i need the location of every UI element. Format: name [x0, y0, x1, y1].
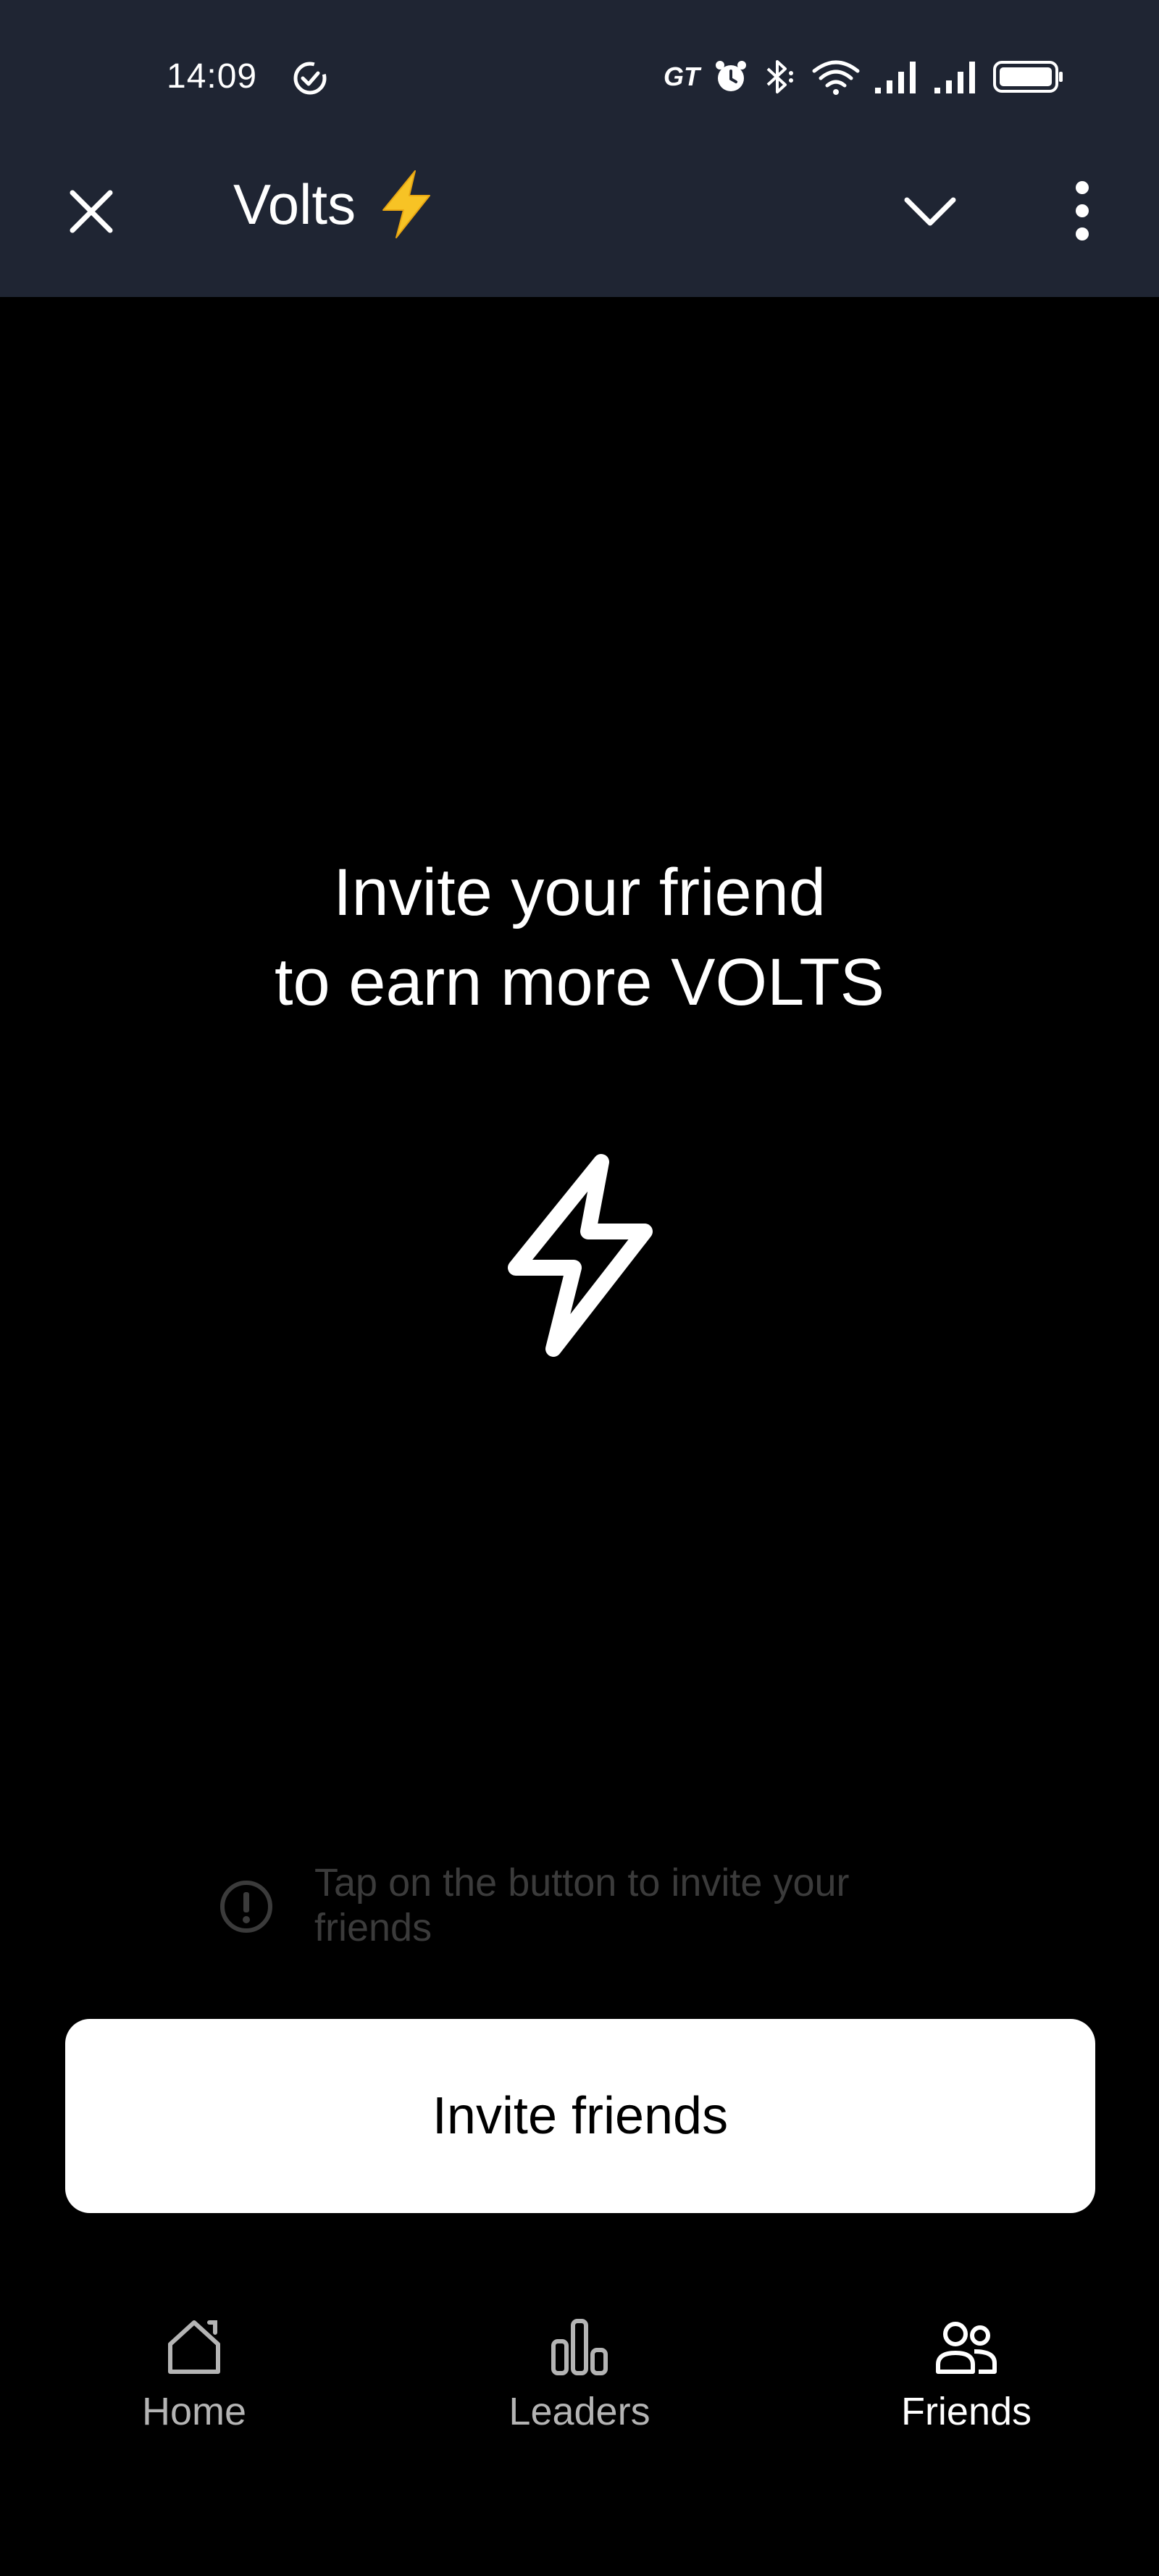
- invite-hint: Tap on the button to invite your friends: [217, 1860, 942, 1950]
- gt-mode-icon: GT: [664, 62, 700, 91]
- app-header: [0, 152, 1159, 297]
- wifi-icon: [812, 60, 860, 95]
- signal-2-icon: [934, 62, 975, 93]
- nav-item-leaders[interactable]: Leaders: [449, 2282, 710, 2470]
- sync-check-icon: [293, 62, 327, 95]
- close-icon: [70, 190, 113, 233]
- more-menu-button[interactable]: [1050, 171, 1114, 251]
- friends-icon: [932, 2312, 1001, 2382]
- status-icons: GT: [664, 57, 1065, 97]
- hint-text: Tap on the button to invite your friends: [314, 1861, 850, 1949]
- page-title-text: Volts: [233, 172, 356, 236]
- page-title: Volts: [233, 168, 435, 241]
- home-icon: [159, 2312, 229, 2382]
- bottom-nav: Home Leaders Friends: [0, 2282, 1159, 2499]
- info-icon: [220, 1881, 272, 1933]
- headline-line-1: Invite your friend: [332, 856, 827, 929]
- lightning-icon: [508, 1154, 653, 1357]
- bar-chart-icon: [545, 2312, 614, 2382]
- bluetooth-icon: [766, 60, 793, 93]
- nav-label-friends: Friends: [900, 2390, 1032, 2433]
- signal-1-icon: [875, 62, 916, 93]
- battery-icon: [993, 61, 1063, 93]
- invite-headline: Invite your friend to earn more VOLTS: [0, 848, 1159, 1027]
- status-time: 14:09: [167, 57, 258, 96]
- more-vertical-icon: [1076, 181, 1089, 241]
- nav-item-home[interactable]: Home: [64, 2282, 325, 2470]
- chevron-down-icon: [904, 197, 956, 226]
- invite-friends-button[interactable]: Invite friends: [65, 2019, 1095, 2213]
- headline-line-2: to earn more VOLTS: [275, 945, 884, 1019]
- nav-label-home: Home: [141, 2390, 247, 2433]
- alarm-icon: [716, 61, 746, 91]
- close-button[interactable]: [59, 180, 123, 243]
- status-bar: 14:09 GT: [0, 0, 1159, 152]
- collapse-button[interactable]: [895, 177, 965, 246]
- nav-item-friends[interactable]: Friends: [836, 2282, 1097, 2470]
- nav-label-leaders: Leaders: [509, 2390, 650, 2433]
- lightning-emoji-icon: [377, 170, 435, 239]
